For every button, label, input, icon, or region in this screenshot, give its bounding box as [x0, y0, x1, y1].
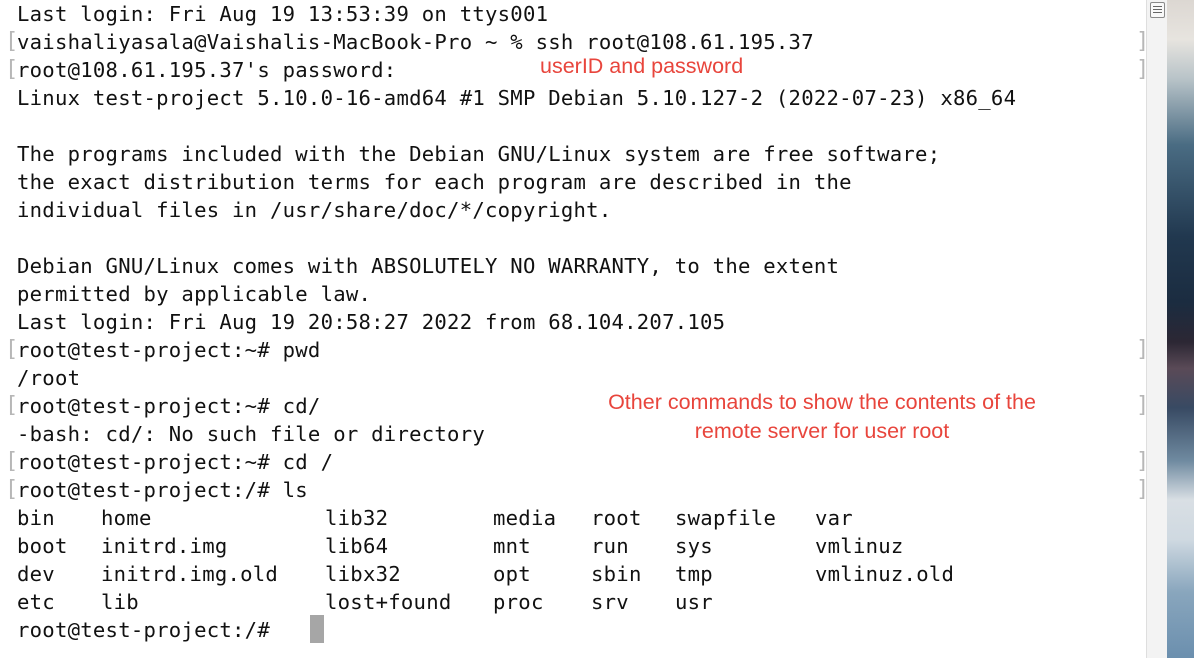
line-marker-right: ] [1136, 28, 1146, 56]
line-marker-right: ] [1136, 392, 1146, 420]
ls-entry: boot [17, 534, 68, 558]
ls-entry: vmlinuz [815, 534, 904, 558]
output-line: Debian GNU/Linux comes with ABSOLUTELY N… [17, 254, 840, 278]
ls-entry: run [591, 534, 629, 558]
ls-entry: etc [17, 590, 55, 614]
ls-entry: lib32 [325, 506, 389, 530]
vertical-scrollbar[interactable] [1146, 0, 1167, 658]
line-marker-right: ] [1136, 56, 1146, 84]
ls-entry: sbin [591, 562, 642, 586]
scroll-menu-icon[interactable] [1150, 2, 1165, 18]
ls-entry: initrd.img.old [101, 562, 279, 586]
ls-entry: mnt [493, 534, 531, 558]
command-line: root@test-project:~# pwd [17, 338, 321, 362]
command-line: root@test-project:/# ls [17, 478, 308, 502]
ls-entry: lib [101, 590, 139, 614]
ls-entry: var [815, 506, 853, 530]
output-line: Linux test-project 5.10.0-16-amd64 #1 SM… [17, 86, 1017, 110]
ls-entry: media [493, 506, 557, 530]
output-line: Last login: Fri Aug 19 13:53:39 on ttys0… [17, 2, 549, 26]
ls-entry: sys [675, 534, 713, 558]
output-line: /root [17, 366, 81, 390]
ls-entry: libx32 [325, 562, 401, 586]
command-line: root@test-project:~# cd/ [17, 394, 321, 418]
output-line: Last login: Fri Aug 19 20:58:27 2022 fro… [17, 310, 726, 334]
ls-entry: usr [675, 590, 713, 614]
ls-entry: dev [17, 562, 55, 586]
ls-entry: proc [493, 590, 544, 614]
ls-entry: srv [591, 590, 629, 614]
output-line: The programs included with the Debian GN… [17, 142, 941, 166]
output-line: the exact distribution terms for each pr… [17, 170, 852, 194]
line-marker-right: ] [1136, 448, 1146, 476]
command-line: root@test-project:~# cd / [17, 450, 334, 474]
annotation-credentials: userID and password [540, 54, 744, 78]
ls-entry: root [591, 506, 642, 530]
annotation-commands-line2: remote server for user root [694, 419, 950, 443]
desktop-background [1167, 0, 1194, 658]
terminal-window[interactable]: Last login: Fri Aug 19 13:53:39 on ttys0… [0, 0, 1146, 658]
line-marker-right: ] [1136, 336, 1146, 364]
shell-prompt: root@test-project:/# [17, 618, 283, 642]
text-cursor[interactable] [310, 615, 324, 643]
password-prompt: root@108.61.195.37's password: [17, 58, 397, 82]
ls-entry: vmlinuz.old [815, 562, 955, 586]
ls-entry: swapfile [675, 506, 777, 530]
ls-entry: opt [493, 562, 531, 586]
output-line: permitted by applicable law. [17, 282, 372, 306]
ls-entry: tmp [675, 562, 713, 586]
ls-entry: lost+found [325, 590, 452, 614]
annotation-commands-line1: Other commands to show the contents of t… [608, 390, 1036, 414]
ls-entry: bin [17, 506, 55, 530]
line-marker-right: ] [1136, 476, 1146, 504]
error-line: -bash: cd/: No such file or directory [17, 422, 485, 446]
ls-entry: home [101, 506, 152, 530]
output-line: individual files in /usr/share/doc/*/cop… [17, 198, 612, 222]
ls-entry: lib64 [325, 534, 389, 558]
ls-entry: initrd.img [101, 534, 228, 558]
